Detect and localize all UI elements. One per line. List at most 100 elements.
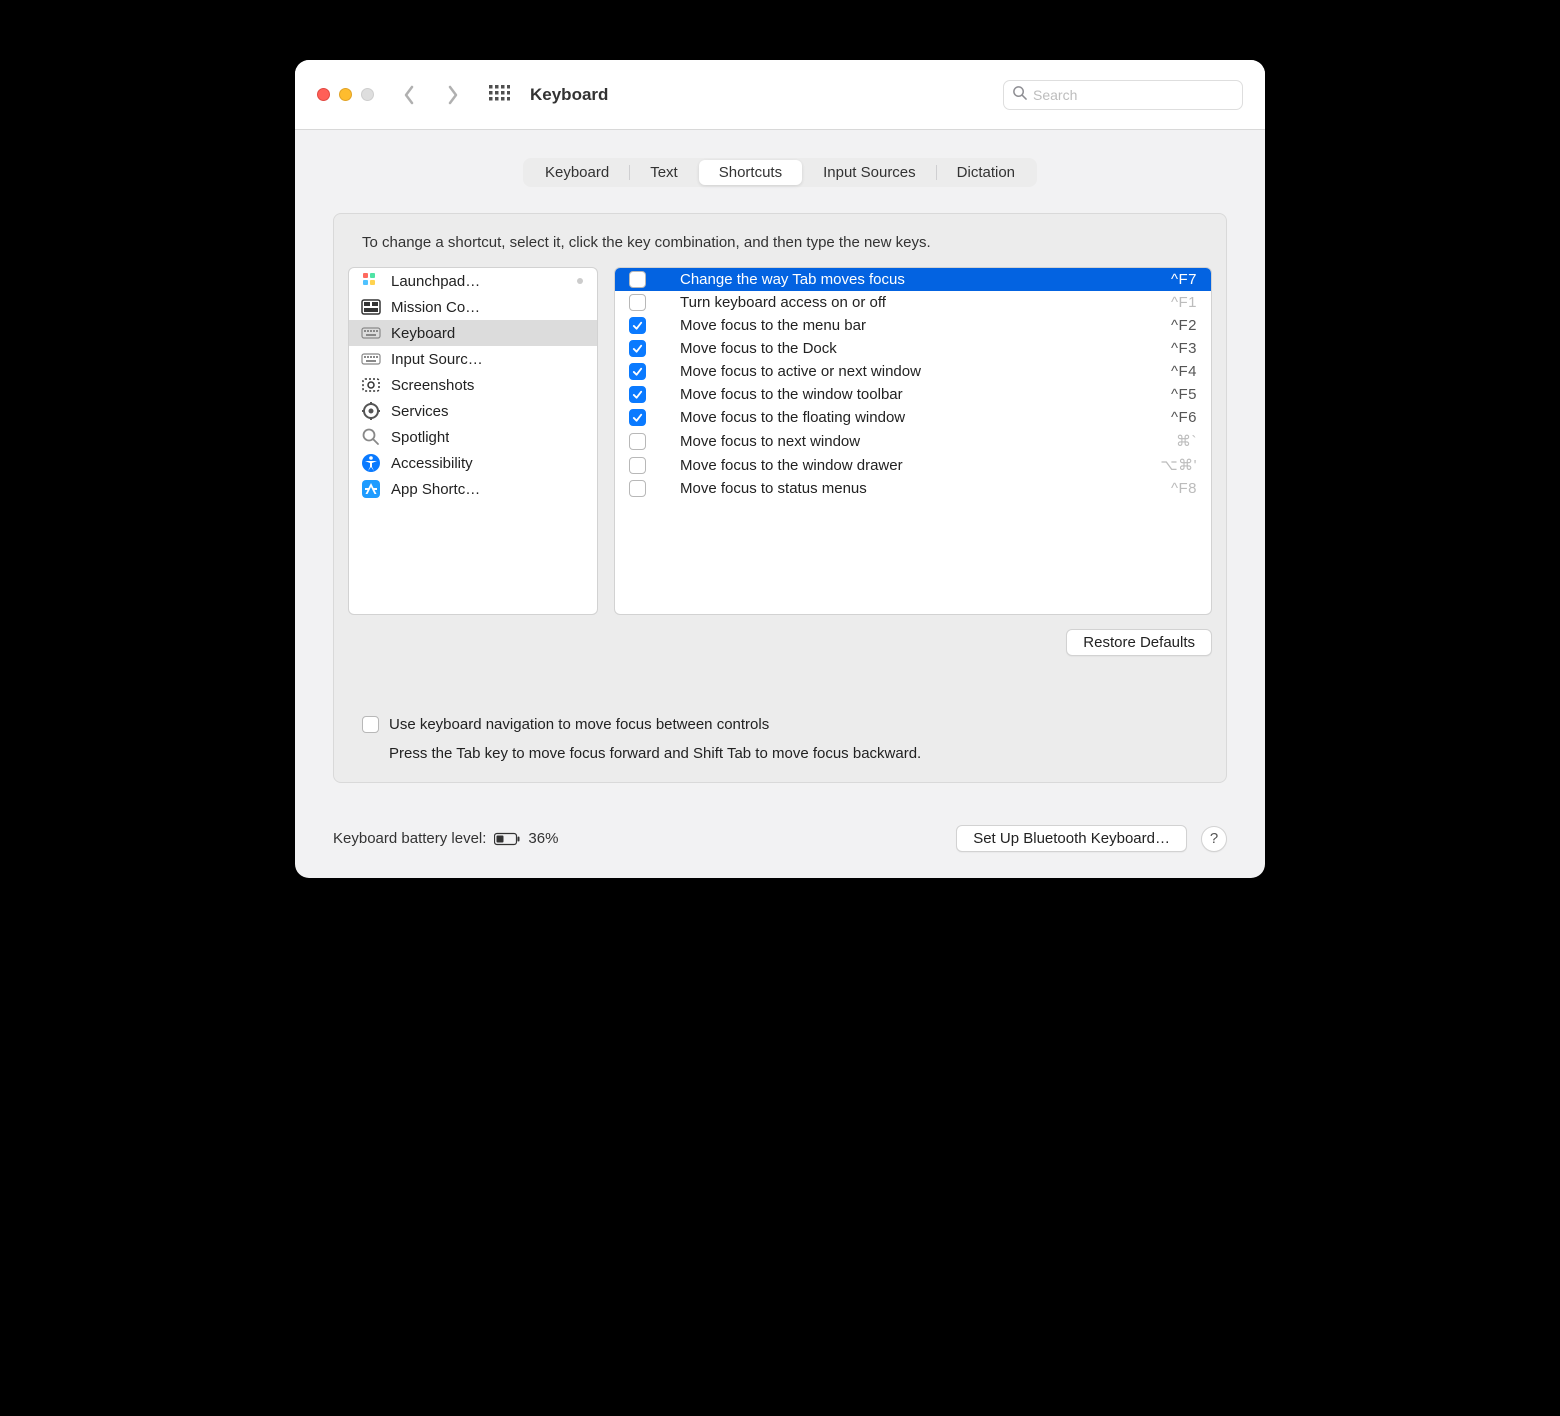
category-sidebar[interactable]: Launchpad… Mission Co… Keyboard Input Sourc…	[348, 267, 598, 615]
shortcut-row[interactable]: Move focus to active or next window ^F4	[615, 360, 1211, 383]
tab-shortcuts[interactable]: Shortcuts	[699, 160, 802, 185]
back-button[interactable]	[402, 84, 416, 106]
shortcut-key[interactable]: ^F3	[1171, 340, 1197, 357]
shortcut-checkbox[interactable]	[629, 317, 646, 334]
shortcut-list[interactable]: Change the way Tab moves focus ^F7 Turn ke…	[614, 267, 1212, 615]
window-controls	[317, 88, 374, 101]
sidebar-item-accessibility[interactable]: Accessibility	[349, 450, 597, 476]
battery-icon	[494, 832, 520, 846]
footer: Keyboard battery level: 36% Set Up Bluet…	[295, 805, 1265, 878]
shortcut-key[interactable]: ^F8	[1171, 480, 1197, 497]
show-all-icon[interactable]	[488, 84, 510, 106]
shortcut-key[interactable]: ^F4	[1171, 363, 1197, 380]
shortcut-key[interactable]: ⌘`	[1176, 432, 1197, 450]
shortcut-label: Move focus to the window drawer	[660, 457, 1146, 474]
preferences-window: Keyboard KeyboardTextShortcutsInput Sour…	[295, 60, 1265, 878]
tab-bar: KeyboardTextShortcutsInput SourcesDictat…	[333, 158, 1227, 187]
sidebar-item-mission[interactable]: Mission Co…	[349, 294, 597, 320]
sidebar-item-services[interactable]: Services	[349, 398, 597, 424]
zoom-button-disabled	[361, 88, 374, 101]
shortcut-row[interactable]: Move focus to the Dock ^F3	[615, 337, 1211, 360]
tab-dictation[interactable]: Dictation	[937, 160, 1035, 185]
keyboard-nav-checkbox[interactable]	[362, 716, 379, 733]
shortcut-row[interactable]: Turn keyboard access on or off^F1	[615, 291, 1211, 314]
shortcut-key[interactable]: ^F7	[1171, 271, 1197, 288]
shortcut-key[interactable]: ^F2	[1171, 317, 1197, 334]
sidebar-item-label: Screenshots	[391, 377, 474, 394]
keyboard-nav-option: Use keyboard navigation to move focus be…	[348, 716, 1212, 762]
titlebar: Keyboard	[295, 60, 1265, 130]
shortcut-checkbox[interactable]	[629, 409, 646, 426]
panels: Launchpad… Mission Co… Keyboard Input Sourc…	[348, 267, 1212, 615]
shortcut-row[interactable]: Move focus to the menu bar ^F2	[615, 314, 1211, 337]
shortcut-key[interactable]: ^F6	[1171, 409, 1197, 426]
search-input[interactable]	[1033, 87, 1234, 103]
spotlight-icon	[361, 427, 381, 447]
nav-buttons	[402, 84, 460, 106]
appstore-icon	[361, 479, 381, 499]
shortcut-label: Move focus to the Dock	[660, 340, 1157, 357]
sidebar-item-label: Services	[391, 403, 449, 420]
shortcut-key[interactable]: ^F5	[1171, 386, 1197, 403]
search-field[interactable]	[1003, 80, 1243, 110]
shortcut-label: Change the way Tab moves focus	[660, 271, 1157, 288]
shortcut-key[interactable]: ⌥⌘'	[1160, 456, 1197, 474]
sidebar-item-label: Launchpad…	[391, 273, 480, 290]
tab-text[interactable]: Text	[630, 160, 698, 185]
battery-label: Keyboard battery level:	[333, 830, 486, 847]
shortcut-label: Move focus to status menus	[660, 480, 1157, 497]
shortcut-row[interactable]: Move focus to status menus ^F8	[615, 477, 1211, 500]
sidebar-item-launchpad[interactable]: Launchpad…	[349, 268, 597, 294]
search-icon	[1012, 85, 1027, 105]
shortcut-checkbox[interactable]	[629, 480, 646, 497]
shortcut-label: Move focus to the window toolbar	[660, 386, 1157, 403]
shortcut-checkbox[interactable]	[629, 386, 646, 403]
shortcut-row[interactable]: Move focus to next window ⌘`	[615, 429, 1211, 453]
forward-button[interactable]	[446, 84, 460, 106]
shortcut-label: Move focus to the floating window	[660, 409, 1157, 426]
sidebar-item-appstore[interactable]: App Shortc…	[349, 476, 597, 502]
shortcut-checkbox[interactable]	[629, 271, 646, 288]
keyboard-icon	[361, 323, 381, 343]
shortcuts-pane: To change a shortcut, select it, click t…	[333, 213, 1227, 783]
shortcut-checkbox[interactable]	[629, 457, 646, 474]
sidebar-item-label: Spotlight	[391, 429, 449, 446]
shortcut-checkbox[interactable]	[629, 294, 646, 311]
sidebar-item-spotlight[interactable]: Spotlight	[349, 424, 597, 450]
shortcut-row[interactable]: Move focus to the window toolbar ^F5	[615, 383, 1211, 406]
input-icon	[361, 349, 381, 369]
tab-keyboard[interactable]: Keyboard	[525, 160, 629, 185]
hint-text: To change a shortcut, select it, click t…	[362, 234, 1198, 251]
sidebar-item-label: Mission Co…	[391, 299, 480, 316]
shortcut-checkbox[interactable]	[629, 340, 646, 357]
restore-defaults-button[interactable]: Restore Defaults	[1066, 629, 1212, 656]
shortcut-label: Move focus to active or next window	[660, 363, 1157, 380]
help-button[interactable]: ?	[1201, 826, 1227, 852]
sidebar-item-keyboard[interactable]: Keyboard	[349, 320, 597, 346]
sidebar-item-label: Accessibility	[391, 455, 473, 472]
keyboard-nav-label: Use keyboard navigation to move focus be…	[389, 716, 769, 733]
shortcut-label: Move focus to next window	[660, 433, 1162, 450]
shortcut-checkbox[interactable]	[629, 363, 646, 380]
sidebar-item-input[interactable]: Input Sourc…	[349, 346, 597, 372]
content: KeyboardTextShortcutsInput SourcesDictat…	[295, 130, 1265, 805]
sidebar-item-label: Keyboard	[391, 325, 455, 342]
mission-icon	[361, 297, 381, 317]
sidebar-item-label: App Shortc…	[391, 481, 480, 498]
minimize-button[interactable]	[339, 88, 352, 101]
tab-input-sources[interactable]: Input Sources	[803, 160, 936, 185]
sidebar-item-screenshot[interactable]: Screenshots	[349, 372, 597, 398]
shortcut-checkbox[interactable]	[629, 433, 646, 450]
accessibility-icon	[361, 453, 381, 473]
close-button[interactable]	[317, 88, 330, 101]
shortcut-row[interactable]: Change the way Tab moves focus ^F7	[615, 268, 1211, 291]
screenshot-icon	[361, 375, 381, 395]
battery-percent: 36%	[528, 830, 558, 847]
shortcut-row[interactable]: Move focus to the window drawer ⌥⌘'	[615, 453, 1211, 477]
shortcut-label: Move focus to the menu bar	[660, 317, 1157, 334]
scroll-indicator	[577, 278, 583, 284]
launchpad-icon	[361, 271, 381, 291]
shortcut-key[interactable]: ^F1	[1171, 294, 1197, 311]
setup-bluetooth-button[interactable]: Set Up Bluetooth Keyboard…	[956, 825, 1187, 852]
shortcut-row[interactable]: Move focus to the floating window ^F6	[615, 406, 1211, 429]
